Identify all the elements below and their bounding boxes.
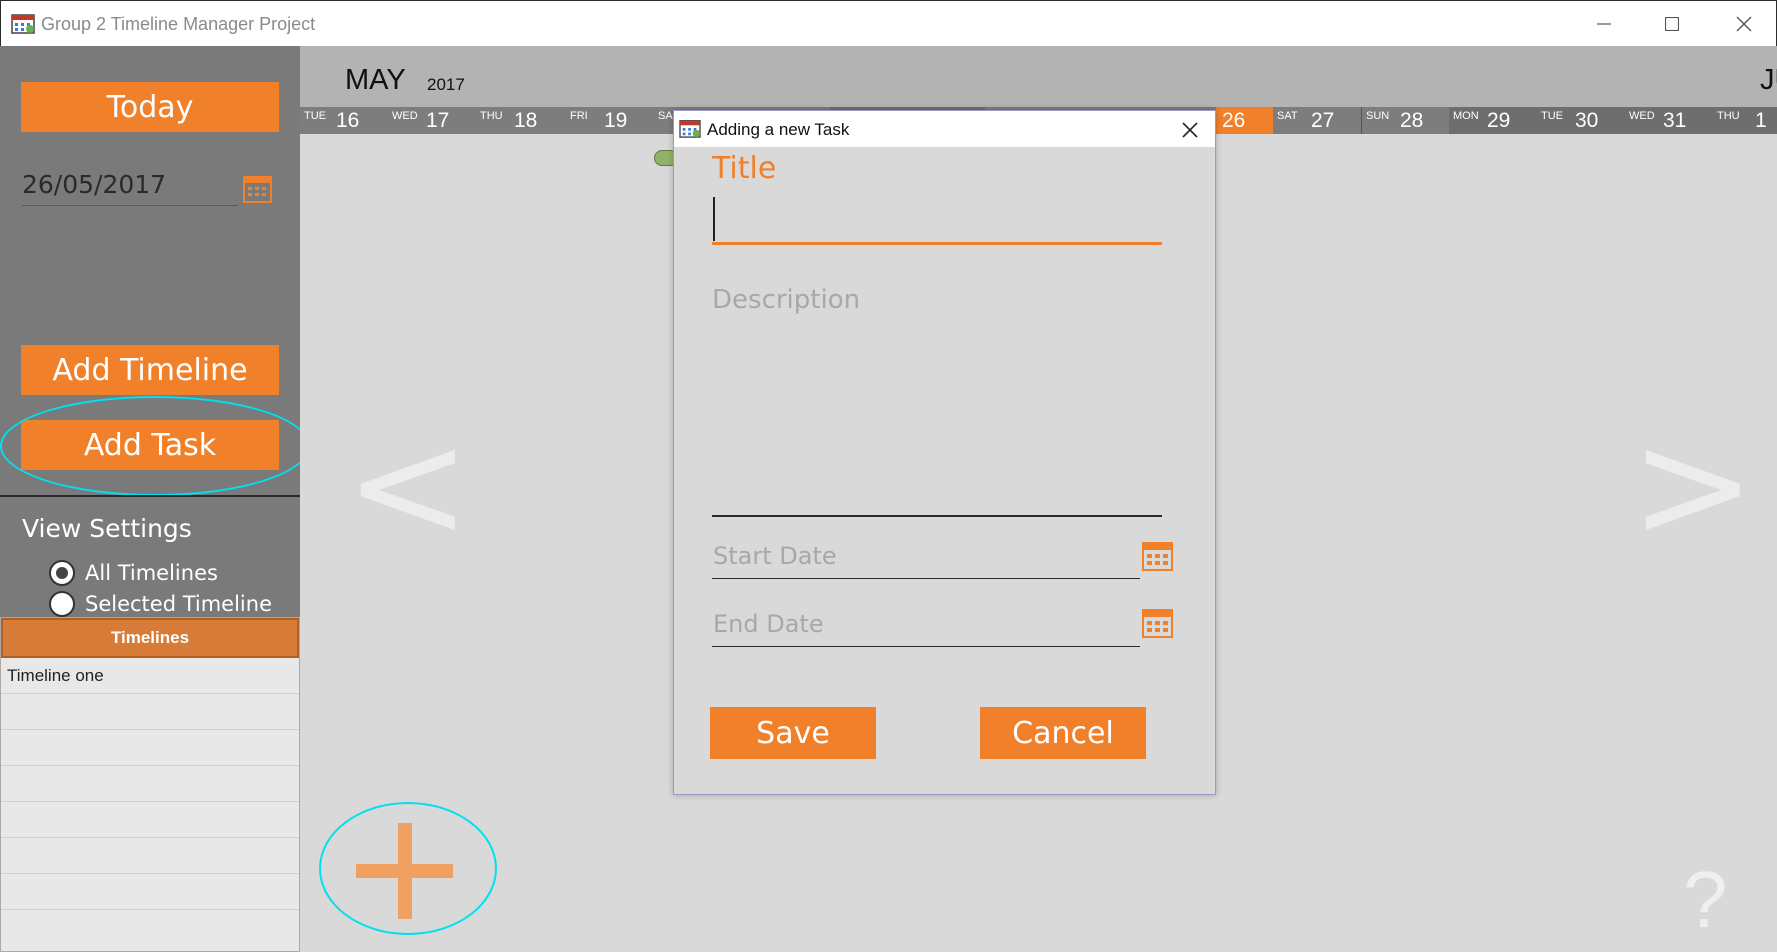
day-cell[interactable]: FRI 19 — [564, 107, 652, 134]
calendar-app-icon — [679, 120, 701, 138]
close-window-button[interactable] — [1714, 1, 1774, 47]
next-month-label: JU — [1760, 64, 1777, 96]
window-titlebar: Group 2 Timeline Manager Project — [0, 0, 1777, 46]
day-cell[interactable]: SAT 27 — [1273, 107, 1361, 134]
day-of-week: THU — [480, 110, 503, 122]
radio-all-timelines[interactable]: All Timelines — [49, 560, 218, 586]
window-title: Group 2 Timeline Manager Project — [41, 14, 316, 34]
end-date-calendar-icon[interactable] — [1142, 607, 1173, 638]
day-number: 17 — [426, 109, 450, 132]
radio-button-checked[interactable] — [49, 560, 75, 586]
table-row[interactable] — [1, 838, 299, 874]
minimize-icon — [1597, 23, 1611, 25]
close-icon — [1736, 16, 1752, 32]
radio-label: Selected Timeline — [85, 592, 273, 616]
dialog-titlebar: Adding a new Task — [674, 111, 1215, 147]
close-icon[interactable] — [1177, 117, 1203, 143]
day-cell[interactable]: THU 18 — [476, 107, 564, 134]
day-cell[interactable]: TUE 16 — [300, 107, 388, 134]
day-cell[interactable]: SA — [652, 107, 674, 134]
start-date-placeholder: Start Date — [713, 542, 837, 570]
timelines-table: Timelines Timeline one — [0, 617, 300, 952]
radio-label: All Timelines — [85, 561, 218, 585]
day-of-week: MON — [1453, 110, 1479, 122]
day-number: 18 — [514, 109, 538, 132]
day-number: 16 — [336, 109, 360, 132]
day-number: 29 — [1487, 109, 1511, 132]
table-row[interactable] — [1, 802, 299, 838]
cancel-button[interactable]: Cancel — [980, 707, 1146, 759]
day-of-week: SAT — [1277, 110, 1298, 122]
month-bar: MAY 2017 JU — [300, 46, 1777, 107]
title-label: Title — [712, 151, 777, 186]
table-row[interactable] — [1, 694, 299, 730]
day-of-week: WED — [392, 110, 418, 122]
day-of-week: SA — [658, 110, 673, 122]
next-arrow-button[interactable]: > — [1630, 411, 1756, 561]
day-of-week: THU — [1717, 110, 1740, 122]
radio-selected-timeline[interactable]: Selected Timeline — [49, 591, 272, 617]
day-cell[interactable]: MON 29 — [1449, 107, 1537, 134]
text-caret — [713, 197, 715, 241]
add-plus-button[interactable] — [353, 821, 453, 921]
table-row[interactable]: Timeline one — [1, 658, 299, 694]
current-date-field[interactable]: 26/05/2017 — [22, 166, 238, 206]
view-settings-heading: View Settings — [22, 514, 192, 543]
maximize-icon — [1665, 17, 1679, 31]
minimize-button[interactable] — [1574, 1, 1634, 47]
previous-arrow-button[interactable]: < — [345, 411, 471, 561]
dialog-title: Adding a new Task — [707, 120, 850, 139]
day-of-week: TUE — [1541, 110, 1563, 122]
add-timeline-button[interactable]: Add Timeline — [21, 345, 279, 395]
year-label: 2017 — [427, 75, 465, 94]
calendar-icon[interactable] — [243, 174, 272, 203]
day-cell[interactable]: THU 1 — [1713, 107, 1777, 134]
day-cell[interactable]: WED 17 — [388, 107, 476, 134]
table-row[interactable] — [1, 874, 299, 910]
description-placeholder: Description — [712, 285, 861, 315]
day-cell[interactable]: TUE 30 — [1537, 107, 1625, 134]
month-label: MAY — [345, 64, 406, 96]
day-cell[interactable]: WED 31 — [1625, 107, 1713, 134]
start-date-calendar-icon[interactable] — [1142, 540, 1173, 571]
day-number: 28 — [1400, 109, 1424, 132]
end-date-placeholder: End Date — [713, 610, 824, 638]
day-number: 31 — [1663, 109, 1687, 132]
table-row[interactable] — [1, 766, 299, 802]
day-cell-today[interactable]: 26 — [1216, 107, 1273, 134]
table-row[interactable] — [1, 730, 299, 766]
day-number: 19 — [604, 109, 628, 132]
day-of-week: TUE — [304, 110, 326, 122]
day-number: 26 — [1222, 109, 1246, 132]
timelines-header[interactable]: Timelines — [1, 618, 299, 658]
maximize-button[interactable] — [1642, 1, 1702, 47]
day-number: 27 — [1311, 109, 1335, 132]
day-number: 1 — [1755, 109, 1767, 132]
today-button[interactable]: Today — [21, 82, 279, 132]
help-button[interactable]: ? — [1683, 854, 1728, 946]
add-task-dialog: Adding a new Task Title Description Star… — [673, 110, 1216, 795]
day-cell[interactable]: SUN 28 — [1361, 107, 1449, 134]
day-of-week: FRI — [570, 110, 588, 122]
day-of-week: WED — [1629, 110, 1655, 122]
save-button[interactable]: Save — [710, 707, 876, 759]
sidebar-divider — [0, 495, 300, 497]
calendar-app-icon — [11, 14, 35, 34]
title-input[interactable] — [712, 191, 1162, 245]
radio-button[interactable] — [49, 591, 75, 617]
add-task-button[interactable]: Add Task — [21, 420, 279, 470]
day-of-week: SUN — [1366, 110, 1390, 122]
description-input[interactable] — [712, 281, 1162, 517]
day-number: 30 — [1575, 109, 1599, 132]
